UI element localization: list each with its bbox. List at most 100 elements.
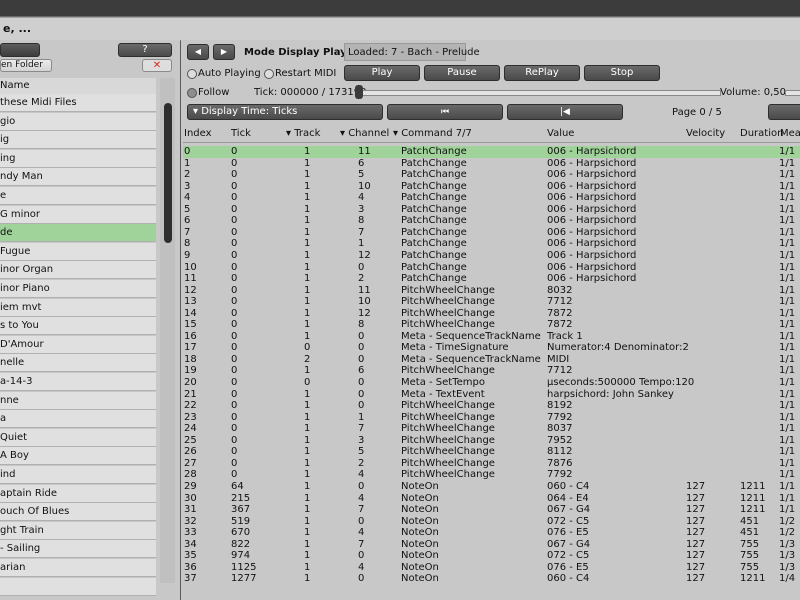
song-list-item[interactable]: - Sailing bbox=[0, 540, 156, 559]
table-row[interactable]: 36 1125 1 4 NoteOn 076 - E5 127 755 1/3 bbox=[183, 562, 800, 574]
help-button[interactable]: ? bbox=[118, 43, 172, 57]
table-row[interactable]: 18 0 2 0 Meta - SequenceTrackName MIDI 1/1 bbox=[183, 354, 800, 366]
stop-button[interactable]: Stop bbox=[584, 65, 660, 81]
song-list-item[interactable]: aptain Ride bbox=[0, 484, 156, 503]
table-row[interactable]: 26 0 1 5 PitchWheelChange 8112 1/1 bbox=[183, 446, 800, 458]
song-list-item[interactable]: G minor bbox=[0, 205, 156, 224]
table-row[interactable]: 7 0 1 7 PatchChange 006 - Harpsichord 1/1 bbox=[183, 227, 800, 239]
close-list-button[interactable]: ✕ bbox=[142, 59, 172, 72]
table-row[interactable]: 33 670 1 4 NoteOn 076 - E5 127 451 1/2 bbox=[183, 527, 800, 539]
search-field[interactable] bbox=[0, 43, 40, 57]
table-row[interactable]: 1 0 1 6 PatchChange 006 - Harpsichord 1/1 bbox=[183, 158, 800, 170]
cell-tick: 0 bbox=[231, 192, 238, 204]
table-row[interactable]: 2 0 1 5 PatchChange 006 - Harpsichord 1/1 bbox=[183, 169, 800, 181]
song-list-item[interactable]: nelle bbox=[0, 354, 156, 373]
pause-button[interactable]: Pause bbox=[424, 65, 500, 81]
next-song-button[interactable]: ▶ bbox=[213, 44, 235, 60]
table-row[interactable]: 25 0 1 3 PitchWheelChange 7952 1/1 bbox=[183, 435, 800, 447]
song-list-item[interactable]: ouch Of Blues bbox=[0, 503, 156, 522]
song-list-item[interactable] bbox=[0, 577, 156, 596]
prev-page-button[interactable]: |◀ bbox=[507, 104, 623, 120]
table-row[interactable]: 21 0 1 0 Meta - TextEvent harpsichord: John S… bbox=[183, 389, 800, 401]
table-row[interactable]: 4 0 1 4 PatchChange 006 - Harpsichord 1/1 bbox=[183, 192, 800, 204]
col-channel[interactable]: ▾ Channel bbox=[340, 128, 389, 139]
song-list-item[interactable]: arian bbox=[0, 559, 156, 577]
song-list-item[interactable]: ind bbox=[0, 466, 156, 484]
table-row[interactable]: 37 1277 1 0 NoteOn 060 - C4 127 1211 1/4 bbox=[183, 573, 800, 585]
cell-index: 7 bbox=[184, 226, 191, 238]
table-row[interactable]: 34 822 1 7 NoteOn 067 - G4 127 755 1/3 bbox=[183, 539, 800, 551]
song-list-item[interactable]: e bbox=[0, 187, 156, 205]
col-index[interactable]: Index bbox=[184, 128, 212, 139]
tick-slider[interactable] bbox=[359, 90, 721, 96]
prev-song-button[interactable]: ◀ bbox=[187, 44, 209, 60]
table-row[interactable]: 27 0 1 2 PitchWheelChange 7876 1/1 bbox=[183, 458, 800, 470]
cell-tick: 822 bbox=[231, 538, 251, 550]
table-row[interactable]: 9 0 1 12 PatchChange 006 - Harpsichord 1/1 bbox=[183, 250, 800, 262]
col-duration[interactable]: Duration bbox=[740, 128, 783, 139]
table-row[interactable]: 11 0 1 2 PatchChange 006 - Harpsichord 1/1 bbox=[183, 273, 800, 285]
table-row[interactable]: 20 0 0 0 Meta - SetTempo µseconds:500000 Temp… bbox=[183, 377, 800, 389]
replay-button[interactable]: RePlay bbox=[504, 65, 580, 81]
table-row[interactable]: 29 64 1 0 NoteOn 060 - C4 127 1211 1/1 bbox=[183, 481, 800, 493]
auto-playing-radio[interactable] bbox=[187, 69, 197, 79]
play-button[interactable]: Play bbox=[344, 65, 420, 81]
table-row[interactable]: 3 0 1 10 PatchChange 006 - Harpsichord 1/1 bbox=[183, 181, 800, 193]
table-row[interactable]: 30 215 1 4 NoteOn 064 - E4 127 1211 1/1 bbox=[183, 493, 800, 505]
table-row[interactable]: 13 0 1 10 PitchWheelChange 7712 1/1 bbox=[183, 296, 800, 308]
song-list-item[interactable]: inor Piano bbox=[0, 280, 156, 298]
song-list-item[interactable]: inor Organ bbox=[0, 261, 156, 280]
list-header[interactable]: Name bbox=[0, 78, 156, 95]
col-command[interactable]: ▾ Command 7/7 bbox=[393, 128, 472, 139]
song-list-item[interactable]: ing bbox=[0, 149, 156, 168]
table-row[interactable]: 16 0 1 0 Meta - SequenceTrackName Track 1 1/1 bbox=[183, 331, 800, 343]
col-measure[interactable]: Meas bbox=[780, 128, 800, 139]
table-row[interactable]: 28 0 1 4 PitchWheelChange 7792 1/1 bbox=[183, 469, 800, 481]
song-list-scroll-thumb[interactable] bbox=[164, 103, 172, 243]
song-list-item[interactable]: these Midi Files bbox=[0, 94, 156, 112]
song-list-item[interactable]: nne bbox=[0, 391, 156, 410]
cell-channel: 0 bbox=[358, 261, 365, 273]
table-row[interactable]: 23 0 1 1 PitchWheelChange 7792 1/1 bbox=[183, 412, 800, 424]
table-row[interactable]: 5 0 1 3 PatchChange 006 - Harpsichord 1/1 bbox=[183, 204, 800, 216]
restart-midi-radio[interactable] bbox=[264, 69, 274, 79]
col-value[interactable]: Value bbox=[547, 128, 574, 139]
table-row[interactable]: 0 0 1 11 PatchChange 006 - Harpsichord 1/1 bbox=[183, 146, 800, 158]
song-list-item[interactable]: a-14-3 bbox=[0, 373, 156, 391]
table-row[interactable]: 24 0 1 7 PitchWheelChange 8037 1/1 bbox=[183, 423, 800, 435]
song-list-item[interactable]: Fugue bbox=[0, 242, 156, 261]
table-row[interactable]: 15 0 1 8 PitchWheelChange 7872 1/1 bbox=[183, 319, 800, 331]
tick-slider-thumb[interactable] bbox=[355, 85, 363, 99]
song-list-item[interactable]: de bbox=[0, 224, 156, 243]
song-list-item[interactable]: Quiet bbox=[0, 428, 156, 447]
col-track[interactable]: ▾ Track bbox=[286, 128, 320, 139]
table-row[interactable]: 10 0 1 0 PatchChange 006 - Harpsichord 1/1 bbox=[183, 262, 800, 274]
display-time-dropdown[interactable]: ▾ Display Time: Ticks bbox=[187, 104, 383, 120]
song-list-item[interactable]: a bbox=[0, 410, 156, 429]
song-list-item[interactable]: A Boy bbox=[0, 447, 156, 466]
song-list-item[interactable]: ndy Man bbox=[0, 168, 156, 187]
table-row[interactable]: 32 519 1 0 NoteOn 072 - C5 127 451 1/2 bbox=[183, 516, 800, 528]
table-row[interactable]: 35 974 1 0 NoteOn 072 - C5 127 755 1/3 bbox=[183, 550, 800, 562]
song-list-item[interactable]: iem mvt bbox=[0, 298, 156, 317]
song-list-item[interactable]: ig bbox=[0, 131, 156, 150]
song-list-item[interactable]: gio bbox=[0, 112, 156, 131]
table-row[interactable]: 17 0 0 0 Meta - TimeSignature Numerator:4 Den… bbox=[183, 342, 800, 354]
open-folder-button[interactable]: en Folder bbox=[0, 59, 52, 72]
volume-slider[interactable] bbox=[785, 90, 800, 96]
table-row[interactable]: 14 0 1 12 PitchWheelChange 7872 1/1 bbox=[183, 308, 800, 320]
song-list-item[interactable]: D'Amour bbox=[0, 335, 156, 354]
next-page-button[interactable] bbox=[768, 104, 800, 120]
table-row[interactable]: 19 0 1 6 PitchWheelChange 7712 1/1 bbox=[183, 365, 800, 377]
table-row[interactable]: 12 0 1 11 PitchWheelChange 8032 1/1 bbox=[183, 285, 800, 297]
table-row[interactable]: 8 0 1 1 PatchChange 006 - Harpsichord 1/1 bbox=[183, 238, 800, 250]
table-row[interactable]: 22 0 1 0 PitchWheelChange 8192 1/1 bbox=[183, 400, 800, 412]
table-row[interactable]: 6 0 1 8 PatchChange 006 - Harpsichord 1/1 bbox=[183, 215, 800, 227]
col-tick[interactable]: Tick bbox=[231, 128, 251, 139]
follow-radio[interactable] bbox=[187, 88, 197, 98]
first-page-button[interactable]: ⏮ bbox=[387, 104, 503, 120]
song-list-item[interactable]: s to You bbox=[0, 317, 156, 336]
song-list-item[interactable]: ght Train bbox=[0, 521, 156, 540]
col-velocity[interactable]: Velocity bbox=[686, 128, 725, 139]
table-row[interactable]: 31 367 1 7 NoteOn 067 - G4 127 1211 1/1 bbox=[183, 504, 800, 516]
